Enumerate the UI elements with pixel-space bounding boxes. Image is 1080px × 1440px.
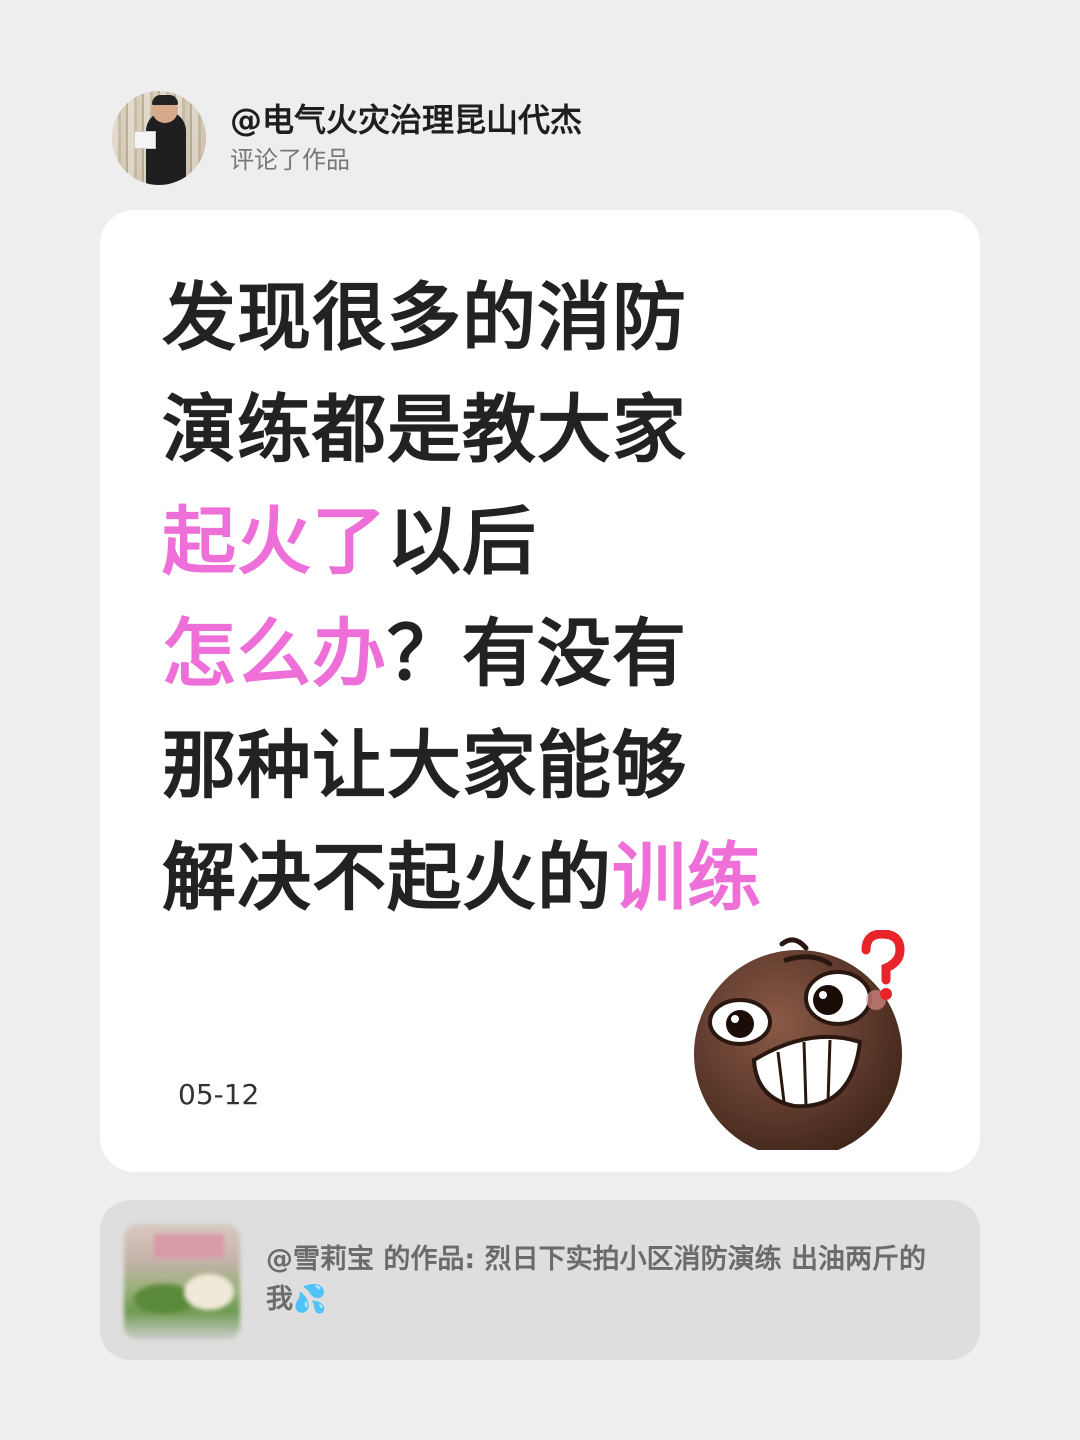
comment-line: 解决不起火的训练 xyxy=(162,822,922,934)
comment-text-segment: 发现很多的消防 xyxy=(162,275,687,361)
user-info: @电气火灾治理昆山代杰 评论了作品 xyxy=(230,100,582,176)
comment-text-segment: 以后 xyxy=(387,499,537,585)
action-text: 评论了作品 xyxy=(230,146,350,174)
comment-line: 起火了以后 xyxy=(162,486,922,598)
user-avatar[interactable] xyxy=(112,91,206,185)
highlighted-text: 起火了 xyxy=(162,499,387,585)
comment-text-segment: 那种让大家能够 xyxy=(162,723,687,809)
comment-line: 发现很多的消防 xyxy=(162,262,922,374)
comment-text-segment: 解决不起火的 xyxy=(162,835,612,921)
comment-line: 怎么办？有没有 xyxy=(162,598,922,710)
highlighted-text: 怎么办 xyxy=(162,611,387,697)
confused-grin-sticker-icon xyxy=(694,930,905,1150)
comment-text-segment: 演练都是教大家 xyxy=(162,387,687,473)
comment-text-segment: ？有没有 xyxy=(387,611,687,697)
comment-header: @电气火灾治理昆山代杰 评论了作品 xyxy=(112,90,582,186)
comment-text: 发现很多的消防 演练都是教大家 起火了以后 怎么办？有没有 那种让大家能够 解决不起火的训… xyxy=(162,262,922,934)
referenced-video-card[interactable]: @雪莉宝 的作品: 烈日下实拍小区消防演练 出油两斤的我💦 xyxy=(100,1200,980,1360)
comment-line: 演练都是教大家 xyxy=(162,374,922,486)
video-thumbnail[interactable] xyxy=(124,1224,240,1340)
user-name[interactable]: @电气火灾治理昆山代杰 xyxy=(230,100,582,140)
comment-line: 那种让大家能够 xyxy=(162,710,922,822)
comment-card: 发现很多的消防 演练都是教大家 起火了以后 怎么办？有没有 那种让大家能够 解决不起火的训… xyxy=(100,210,980,1172)
referenced-video-title[interactable]: @雪莉宝 的作品: 烈日下实拍小区消防演练 出油两斤的我💦 xyxy=(266,1240,946,1320)
highlighted-text: 训练 xyxy=(612,835,762,921)
comment-date: 05-12 xyxy=(178,1078,260,1111)
